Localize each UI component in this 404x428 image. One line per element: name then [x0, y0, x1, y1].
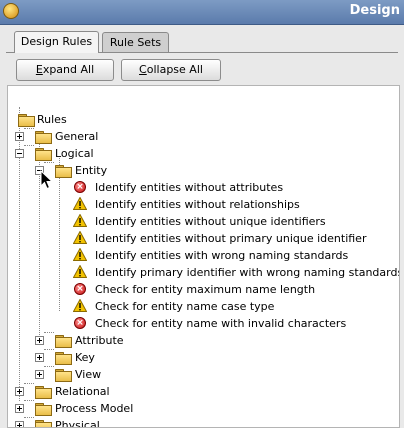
tree-guide [44, 332, 54, 333]
tree-node-label: Key [75, 351, 95, 364]
expand-icon[interactable] [35, 370, 44, 379]
rule-label: Identify entities without primary unique… [95, 232, 367, 245]
folder-icon [55, 335, 72, 348]
warning-icon [73, 197, 87, 210]
app-icon[interactable] [3, 3, 19, 19]
tree-node-label: Entity [75, 164, 108, 177]
warning-icon [73, 248, 87, 261]
tree-guide [24, 145, 34, 146]
rule-label: Identify entities without unique identif… [95, 215, 326, 228]
expand-label: xpand All [42, 63, 95, 76]
rule-label: Check for entity maximum name length [95, 283, 316, 296]
expand-icon[interactable] [15, 404, 24, 413]
tree-node-label: Process Model [55, 402, 134, 415]
expand-mnemonic: E [35, 63, 43, 76]
collapse-label: ollapse All [146, 63, 203, 76]
tree-node-label: Attribute [75, 334, 124, 347]
tree-guide [24, 400, 34, 401]
mouse-cursor-icon [40, 170, 54, 190]
error-icon: × [74, 283, 86, 295]
folder-icon [35, 131, 52, 144]
rules-tree[interactable]: Rules General Logical Entity × Identify … [7, 85, 400, 428]
error-icon: × [74, 181, 86, 193]
tree-guide [44, 349, 54, 350]
folder-icon [35, 420, 52, 427]
title-bar: Design [0, 0, 404, 25]
tree-node-label: Rules [37, 113, 67, 126]
folder-open-icon [35, 148, 52, 161]
folder-open-icon [55, 165, 72, 178]
warning-icon [73, 299, 87, 312]
rule-label: Identify entities without attributes [95, 181, 284, 194]
tree-guide [44, 366, 54, 367]
expand-all-button[interactable]: Expand All [16, 59, 114, 81]
tree-node-label: General [55, 130, 99, 143]
tab-design-rules[interactable]: Design Rules [14, 31, 99, 53]
tree-node-label: Relational [55, 385, 110, 398]
tree-node-label: Logical [55, 147, 94, 160]
expand-icon[interactable] [15, 132, 24, 141]
folder-icon [55, 369, 72, 382]
folder-icon [55, 352, 72, 365]
expand-icon[interactable] [15, 387, 24, 396]
rule-label: Identify primary identifier with wrong n… [95, 266, 400, 279]
tree-node-label: Physical [55, 419, 100, 428]
rule-label: Check for entity name case type [95, 300, 275, 313]
warning-icon [73, 231, 87, 244]
tree-node-label: View [75, 368, 102, 381]
tree-guide [24, 128, 34, 129]
expand-icon[interactable] [35, 353, 44, 362]
tab-rule-sets[interactable]: Rule Sets [102, 32, 169, 52]
expand-icon[interactable] [35, 336, 44, 345]
collapse-mnemonic: C [139, 63, 147, 76]
warning-icon [73, 265, 87, 278]
warning-icon [73, 214, 87, 227]
rule-label: Identify entities with wrong naming stan… [95, 249, 349, 262]
tree-guide [24, 417, 34, 418]
error-icon: × [74, 317, 86, 329]
tree-guide [44, 162, 54, 163]
folder-icon [35, 386, 52, 399]
tree-guide [59, 158, 60, 311]
collapse-icon[interactable] [15, 149, 24, 158]
rule-label: Identify entities without relationships [95, 198, 300, 211]
rule-label: Check for entity name with invalid chara… [95, 317, 347, 330]
collapse-all-button[interactable]: Collapse All [121, 59, 221, 81]
tree-guide [24, 383, 34, 384]
design-panel: Design Rules Rule Sets Expand All Collap… [0, 25, 404, 428]
expand-icon[interactable] [15, 421, 24, 427]
window-title: Design [349, 3, 400, 18]
folder-icon [35, 403, 52, 416]
folder-icon [18, 114, 35, 127]
